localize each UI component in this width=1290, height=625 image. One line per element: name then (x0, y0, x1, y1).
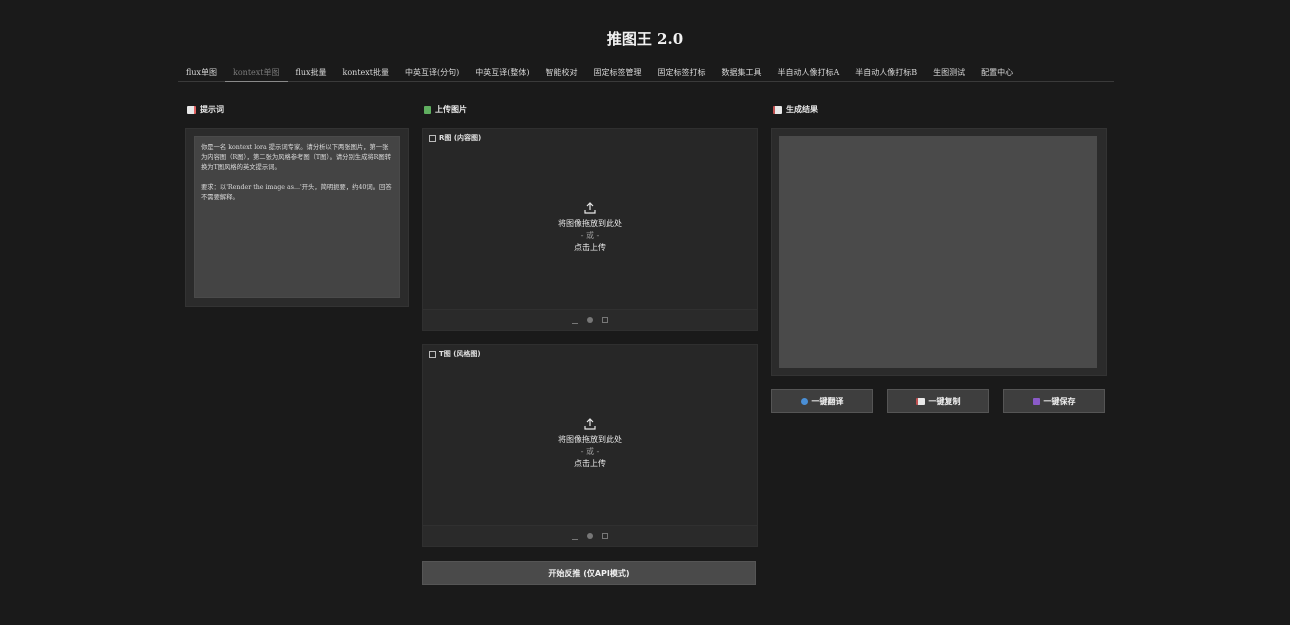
trash-icon[interactable] (602, 533, 608, 539)
tab-config[interactable]: 配置中心 (973, 67, 1021, 81)
t-image-dropzone[interactable]: 将图像拖放到此处 - 或 - 点击上传 (423, 361, 757, 526)
save-label: 一键保存 (1043, 396, 1076, 406)
tab-kontext-single[interactable]: kontext单图 (225, 67, 288, 82)
t-image-label: T图 (风格图) (429, 349, 481, 359)
clipboard-icon[interactable] (587, 317, 593, 323)
prompt-section-label: 提示词 (200, 105, 224, 114)
tab-portrait-b[interactable]: 半自动人像打标B (847, 67, 925, 81)
tab-flux-batch[interactable]: flux批量 (288, 67, 335, 81)
clipboard-icon (915, 397, 925, 405)
image-frame-icon (429, 134, 436, 142)
drop-text: 将图像拖放到此处 (558, 218, 622, 228)
r-image-label: R图 (内容图) (429, 133, 481, 143)
click-upload-text: 点击上传 (574, 458, 606, 468)
t-image-upload: T图 (风格图) 将图像拖放到此处 - 或 - 点击上传 (422, 344, 758, 547)
r-image-dropzone[interactable]: 将图像拖放到此处 - 或 - 点击上传 (423, 145, 757, 310)
upload-icon (584, 201, 596, 214)
or-text: - 或 - (580, 230, 600, 240)
globe-icon (800, 397, 808, 405)
image-frame-icon (429, 350, 436, 358)
tab-translate-sentence[interactable]: 中英互译(分句) (397, 67, 467, 81)
copy-button[interactable]: 一键复制 (887, 389, 989, 413)
or-text: - 或 - (580, 446, 600, 456)
tab-dataset-tools[interactable]: 数据集工具 (714, 67, 770, 81)
image-icon (424, 105, 431, 114)
upload-section-title: 上传图片 (424, 104, 467, 115)
upload-small-icon[interactable] (572, 533, 578, 540)
upload-small-icon[interactable] (572, 317, 578, 324)
translate-label: 一键翻译 (811, 396, 844, 406)
tab-flux-single[interactable]: flux单图 (178, 67, 225, 81)
copy-label: 一键复制 (928, 396, 961, 406)
tab-portrait-a[interactable]: 半自动人像打标A (770, 67, 848, 81)
floppy-disk-icon (1032, 397, 1040, 405)
upload-section-label: 上传图片 (435, 105, 467, 114)
prompt-textarea[interactable]: 你是一名 kontext lora 提示词专家。请分析以下两张图片，第一张为内容… (194, 136, 400, 298)
document-icon (187, 105, 196, 114)
tab-bar: flux单图 kontext单图 flux批量 kontext批量 中英互译(分… (178, 66, 1114, 82)
clipboard-icon (773, 105, 782, 114)
trash-icon[interactable] (602, 317, 608, 323)
result-textarea[interactable] (779, 136, 1097, 368)
click-upload-text: 点击上传 (574, 242, 606, 252)
r-image-upload: R图 (内容图) 将图像拖放到此处 - 或 - 点击上传 (422, 128, 758, 331)
drop-text: 将图像拖放到此处 (558, 434, 622, 444)
r-image-label-text: R图 (内容图) (439, 134, 482, 142)
clipboard-icon[interactable] (587, 533, 593, 539)
r-image-footer (423, 309, 757, 330)
app-title: 推图王 2.0 (606, 30, 684, 48)
tab-gen-test[interactable]: 生图测试 (925, 67, 973, 81)
tab-tag-manage[interactable]: 固定标签管理 (586, 67, 650, 81)
t-image-label-text: T图 (风格图) (439, 350, 481, 358)
save-button[interactable]: 一键保存 (1003, 389, 1105, 413)
t-image-footer (423, 525, 757, 546)
tab-tag-label[interactable]: 固定标签打标 (650, 67, 714, 81)
tab-proofread[interactable]: 智能校对 (538, 67, 586, 81)
start-inference-button[interactable]: 开始反推 (仅API模式) (422, 561, 756, 585)
translate-button[interactable]: 一键翻译 (771, 389, 873, 413)
prompt-section-title: 提示词 (187, 104, 224, 115)
upload-icon (584, 417, 596, 430)
tab-kontext-batch[interactable]: kontext批量 (335, 67, 398, 81)
result-section-title: 生成结果 (773, 104, 818, 115)
result-section-label: 生成结果 (786, 105, 818, 114)
tab-translate-whole[interactable]: 中英互译(整体) (467, 67, 537, 81)
